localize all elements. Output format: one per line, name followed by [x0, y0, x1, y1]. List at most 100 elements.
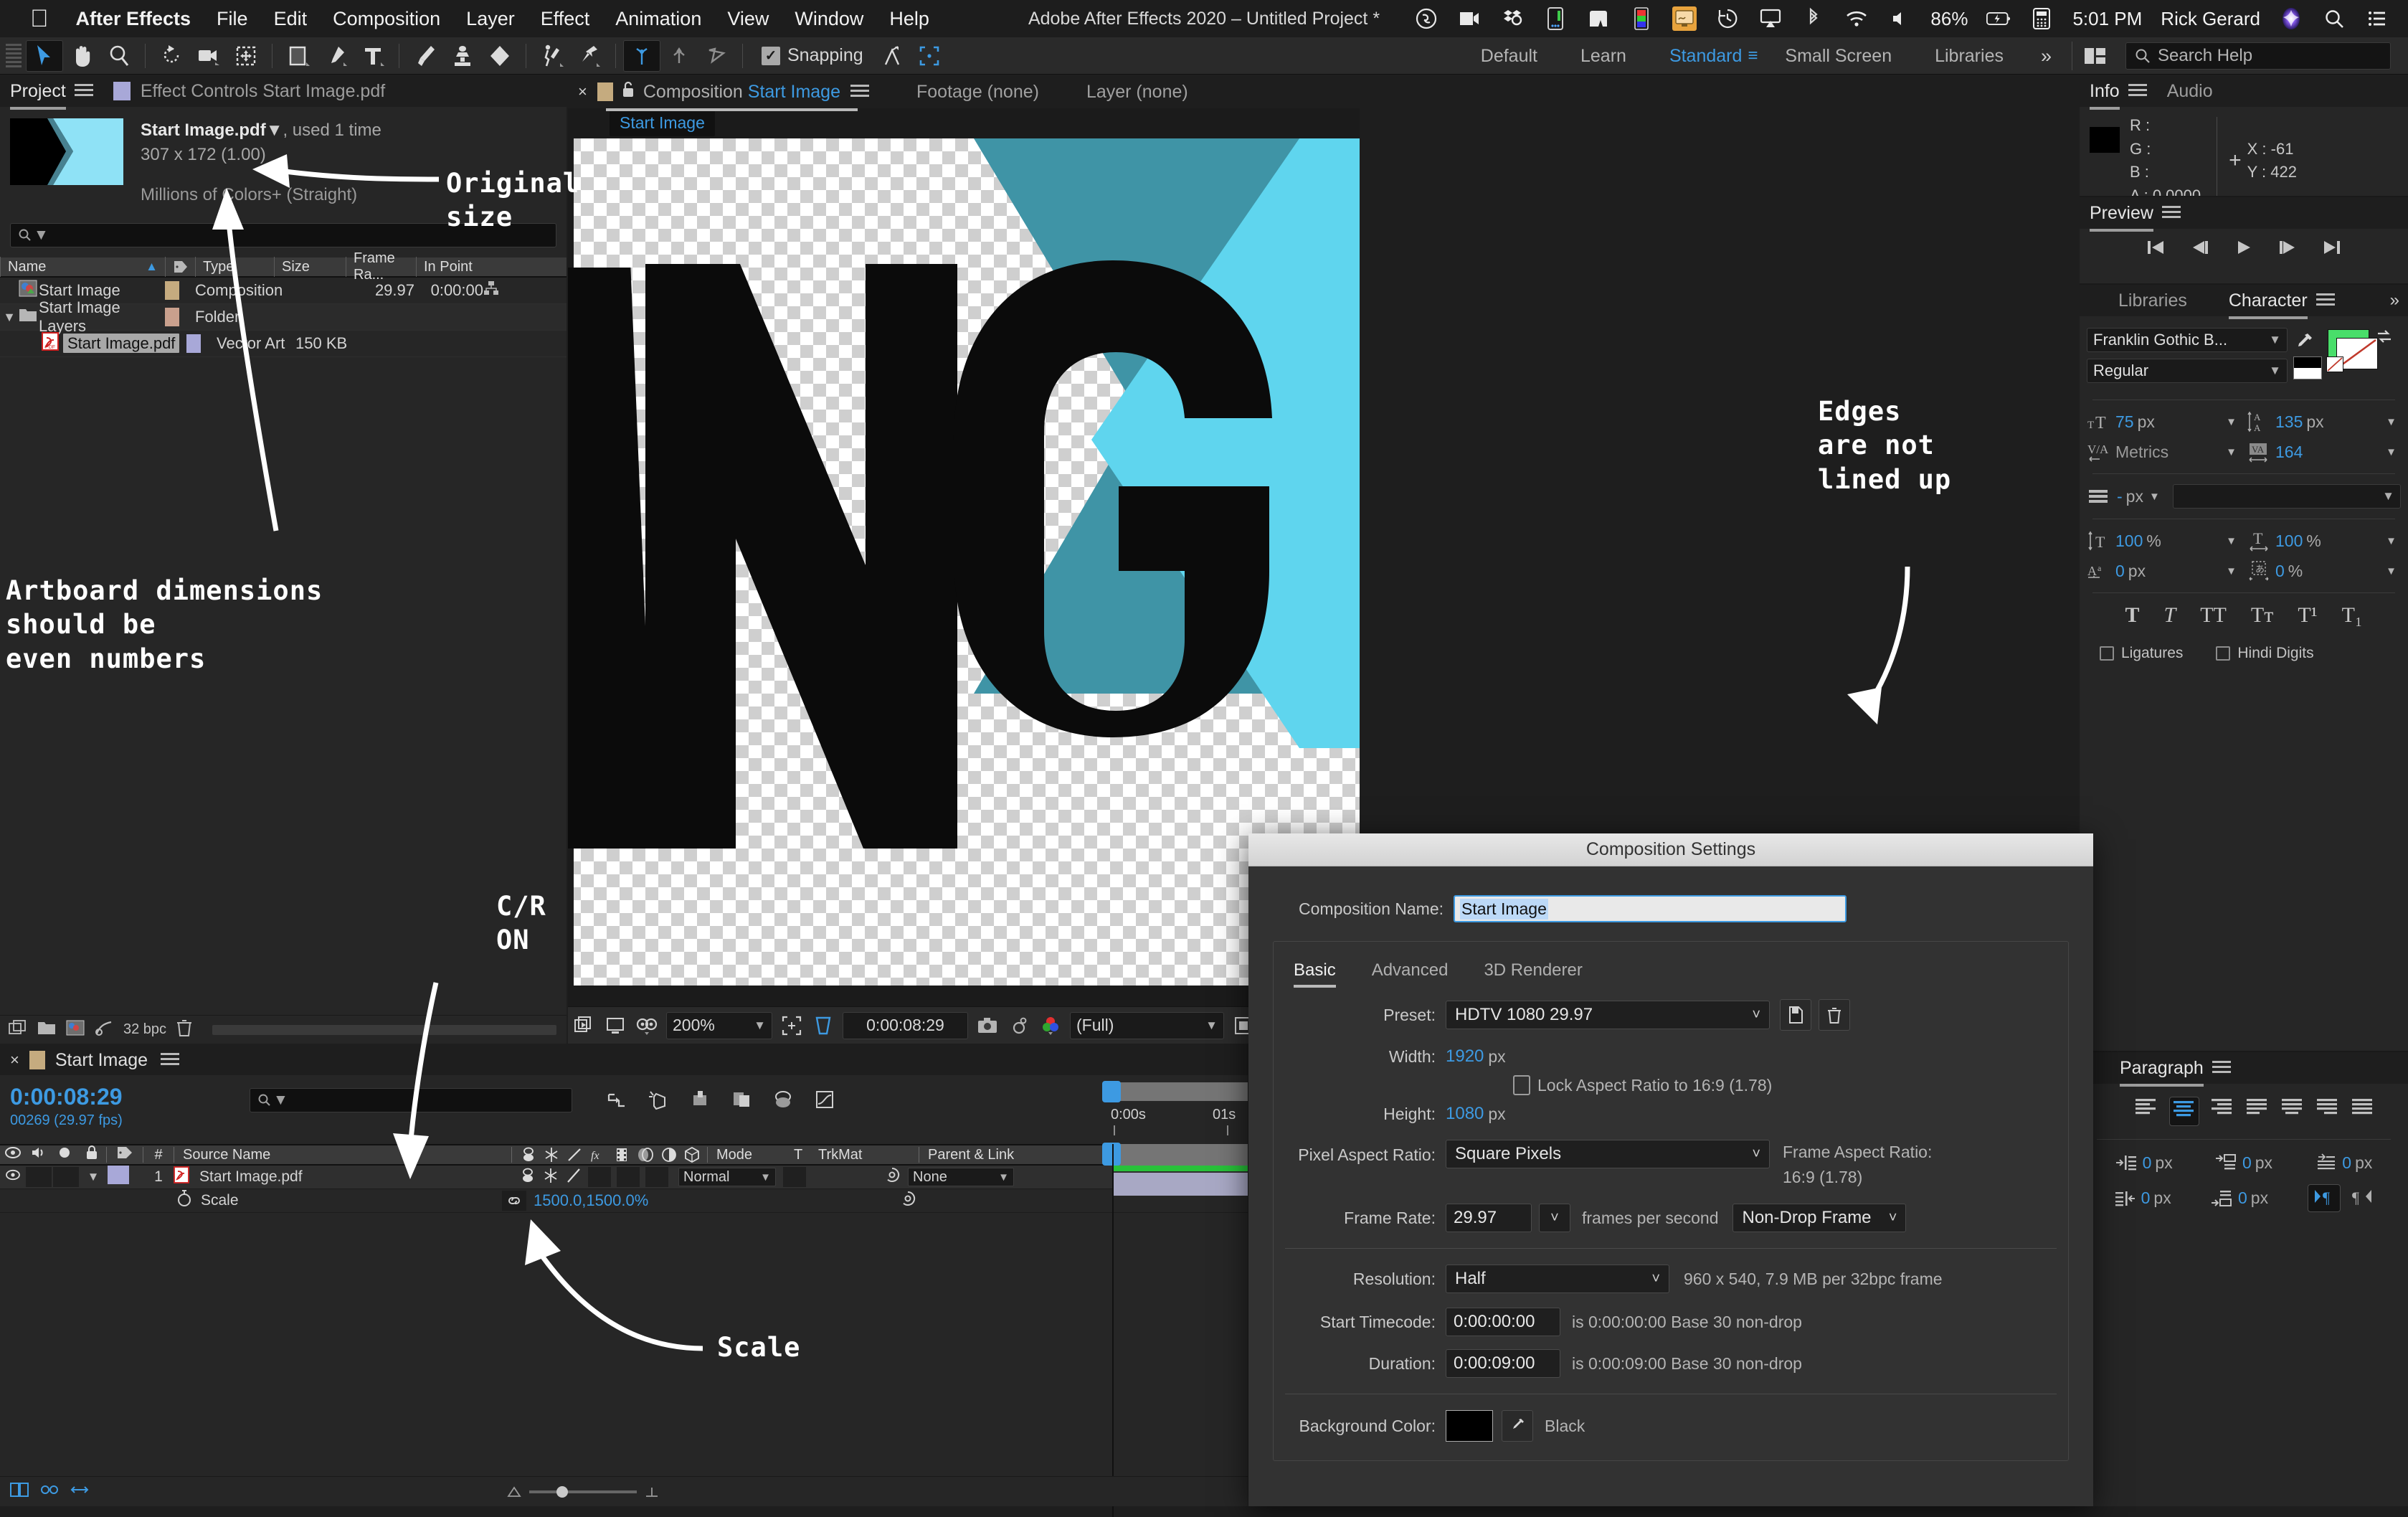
main-viewer-icon[interactable]	[599, 1011, 631, 1040]
indent-left-field[interactable]: 0 px	[2115, 1153, 2173, 1173]
workspace-tab-learn[interactable]: Learn	[1559, 46, 1648, 67]
comp-flowchart-icon[interactable]	[483, 280, 499, 301]
width-value[interactable]: 1920	[1446, 1046, 1484, 1067]
dropbox-icon[interactable]	[1500, 6, 1525, 31]
time-machine-icon[interactable]	[1715, 6, 1740, 31]
save-preset-icon[interactable]	[1780, 999, 1811, 1031]
hand-tool[interactable]	[63, 40, 100, 72]
wifi-icon[interactable]	[1844, 6, 1869, 31]
tracking-field[interactable]: VA 164 ▼	[2247, 440, 2401, 463]
menu-layer[interactable]: Layer	[466, 8, 515, 30]
roto-brush-tool[interactable]	[534, 40, 571, 72]
workspace-tab-libraries[interactable]: Libraries	[1913, 46, 2025, 67]
baseline-shift-field[interactable]: Aa 0 px ▼	[2087, 559, 2241, 582]
layer-parent-dropdown[interactable]: None ▼	[908, 1168, 1014, 1186]
faux-italic-icon[interactable]: T	[2164, 603, 2176, 628]
row-label-swatch[interactable]	[165, 308, 179, 327]
column-label[interactable]	[165, 257, 195, 278]
selection-tool[interactable]	[26, 39, 63, 72]
table-row[interactable]: ▼ Start Image Layers Folder	[0, 298, 567, 335]
screen-recorder-icon[interactable]	[1457, 6, 1482, 31]
align-right-icon[interactable]	[2210, 1097, 2234, 1126]
column-mode[interactable]: Mode	[708, 1147, 794, 1163]
color-depth-label[interactable]: 32 bpc	[123, 1021, 166, 1038]
delete-icon[interactable]	[176, 1019, 192, 1040]
property-value[interactable]: 1500.0,1500.0%	[534, 1191, 648, 1210]
row-label-swatch[interactable]	[186, 334, 201, 354]
viewer-timecode[interactable]: 0:00:08:29	[843, 1011, 968, 1039]
menu-window[interactable]: Window	[795, 8, 863, 30]
motion-blur-icon[interactable]	[643, 1085, 674, 1114]
kerning-field[interactable]: V/A Metrics ▼	[2087, 440, 2241, 463]
indent-right-field[interactable]: 0 px	[2114, 1188, 2171, 1209]
height-value[interactable]: 1080	[1446, 1104, 1484, 1124]
tsume-field[interactable]: あ 0% ▼	[2247, 559, 2401, 582]
new-folder-icon[interactable]	[37, 1020, 56, 1039]
chevron-down-icon[interactable]: ▼	[2226, 446, 2237, 458]
puppet-pin-tool[interactable]	[571, 40, 608, 72]
time-indicator-handle[interactable]	[1102, 1081, 1121, 1102]
pen-tool[interactable]	[317, 40, 354, 72]
creative-cloud-icon[interactable]	[1414, 6, 1438, 31]
hindi-digits-checkbox[interactable]: Hindi Digits	[2216, 645, 2314, 662]
chevron-down-icon[interactable]: ▼	[2226, 535, 2237, 547]
world-axis-mode[interactable]	[660, 40, 698, 72]
frame-rate-dropdown[interactable]: ˅	[1539, 1204, 1570, 1232]
lock-aspect-row[interactable]: Lock Aspect Ratio to 16:9 (1.78)	[1281, 1075, 2061, 1095]
shy-icon[interactable]	[767, 1085, 799, 1114]
close-icon[interactable]: ×	[10, 1051, 19, 1069]
rotation-tool[interactable]	[153, 40, 190, 72]
composition-name-input[interactable]: Start Image	[1454, 895, 1847, 922]
tab-audio[interactable]: Audio	[2167, 81, 2213, 102]
menu-file[interactable]: File	[217, 8, 248, 30]
tab-composition[interactable]: Composition Start Image	[605, 82, 858, 111]
3d-view-icon[interactable]	[631, 1011, 663, 1040]
camera-tool[interactable]	[190, 40, 227, 72]
dialog-tab-advanced[interactable]: Advanced	[1372, 960, 1449, 980]
column-size[interactable]: Size	[274, 257, 346, 278]
superscript-icon[interactable]: T¹	[2298, 603, 2317, 628]
leading-field[interactable]: AA 135 px ▼	[2247, 410, 2401, 433]
column-in-point[interactable]: In Point	[416, 257, 495, 278]
eraser-tool[interactable]	[481, 40, 518, 72]
column-source-name[interactable]: Source Name	[174, 1147, 511, 1163]
tab-character[interactable]: Character	[2228, 290, 2308, 319]
previous-frame-icon[interactable]	[2190, 239, 2210, 260]
snapping-region-icon[interactable]	[911, 40, 948, 72]
chevron-down-icon[interactable]: ▼	[2386, 535, 2397, 547]
layer-video-toggle[interactable]	[0, 1168, 26, 1186]
audio-icon[interactable]	[26, 1145, 52, 1164]
layer-duration-bar[interactable]	[1112, 1173, 1248, 1196]
siri-icon[interactable]	[2279, 6, 2303, 31]
layer-audio-toggle[interactable]	[26, 1167, 52, 1187]
pan-behind-tool[interactable]	[227, 40, 265, 72]
panel-menu-icon[interactable]	[2161, 206, 2181, 220]
lock-icon[interactable]	[622, 81, 635, 103]
tab-footage[interactable]: Footage (none)	[916, 82, 1039, 103]
layer-name[interactable]: Start Image.pdf	[199, 1168, 511, 1186]
timeline-search-input[interactable]: ▼	[250, 1088, 572, 1112]
3d-layer-icon[interactable]	[726, 1085, 757, 1114]
table-row[interactable]: PDF Start Image.pdf Vector Art 150 KB	[0, 331, 567, 358]
timeline-track-area[interactable]	[1102, 1143, 1248, 1517]
tab-project[interactable]: Project	[10, 81, 66, 110]
menu-view[interactable]: View	[727, 8, 769, 30]
workspace-menu-icon[interactable]: ≡	[1748, 46, 1758, 66]
chevron-down-icon[interactable]: ▼	[2386, 565, 2397, 577]
draft-3d-icon[interactable]	[809, 1085, 840, 1114]
menu-after-effects[interactable]: After Effects	[76, 8, 191, 30]
snapping-control[interactable]: ✓ Snapping	[762, 45, 863, 66]
panel-menu-icon[interactable]	[74, 84, 93, 98]
small-caps-icon[interactable]: Tᴛ	[2251, 603, 2273, 628]
chevron-down-icon[interactable]: ▼	[2386, 446, 2397, 458]
chevron-down-icon[interactable]: ▼	[2386, 416, 2397, 428]
no-fill-icon[interactable]	[2326, 356, 2343, 372]
tab-info[interactable]: Info	[2090, 81, 2120, 110]
search-help-input[interactable]: Search Help	[2125, 42, 2391, 70]
timeline-property-row[interactable]: Scale 1500.0,1500.0%	[0, 1189, 1248, 1213]
first-frame-icon[interactable]	[2146, 239, 2166, 260]
last-frame-icon[interactable]	[2322, 239, 2342, 260]
panel-menu-icon[interactable]	[2212, 1061, 2231, 1075]
chevron-down-icon[interactable]: ▼	[2226, 416, 2237, 428]
panel-menu-icon[interactable]	[850, 85, 869, 99]
